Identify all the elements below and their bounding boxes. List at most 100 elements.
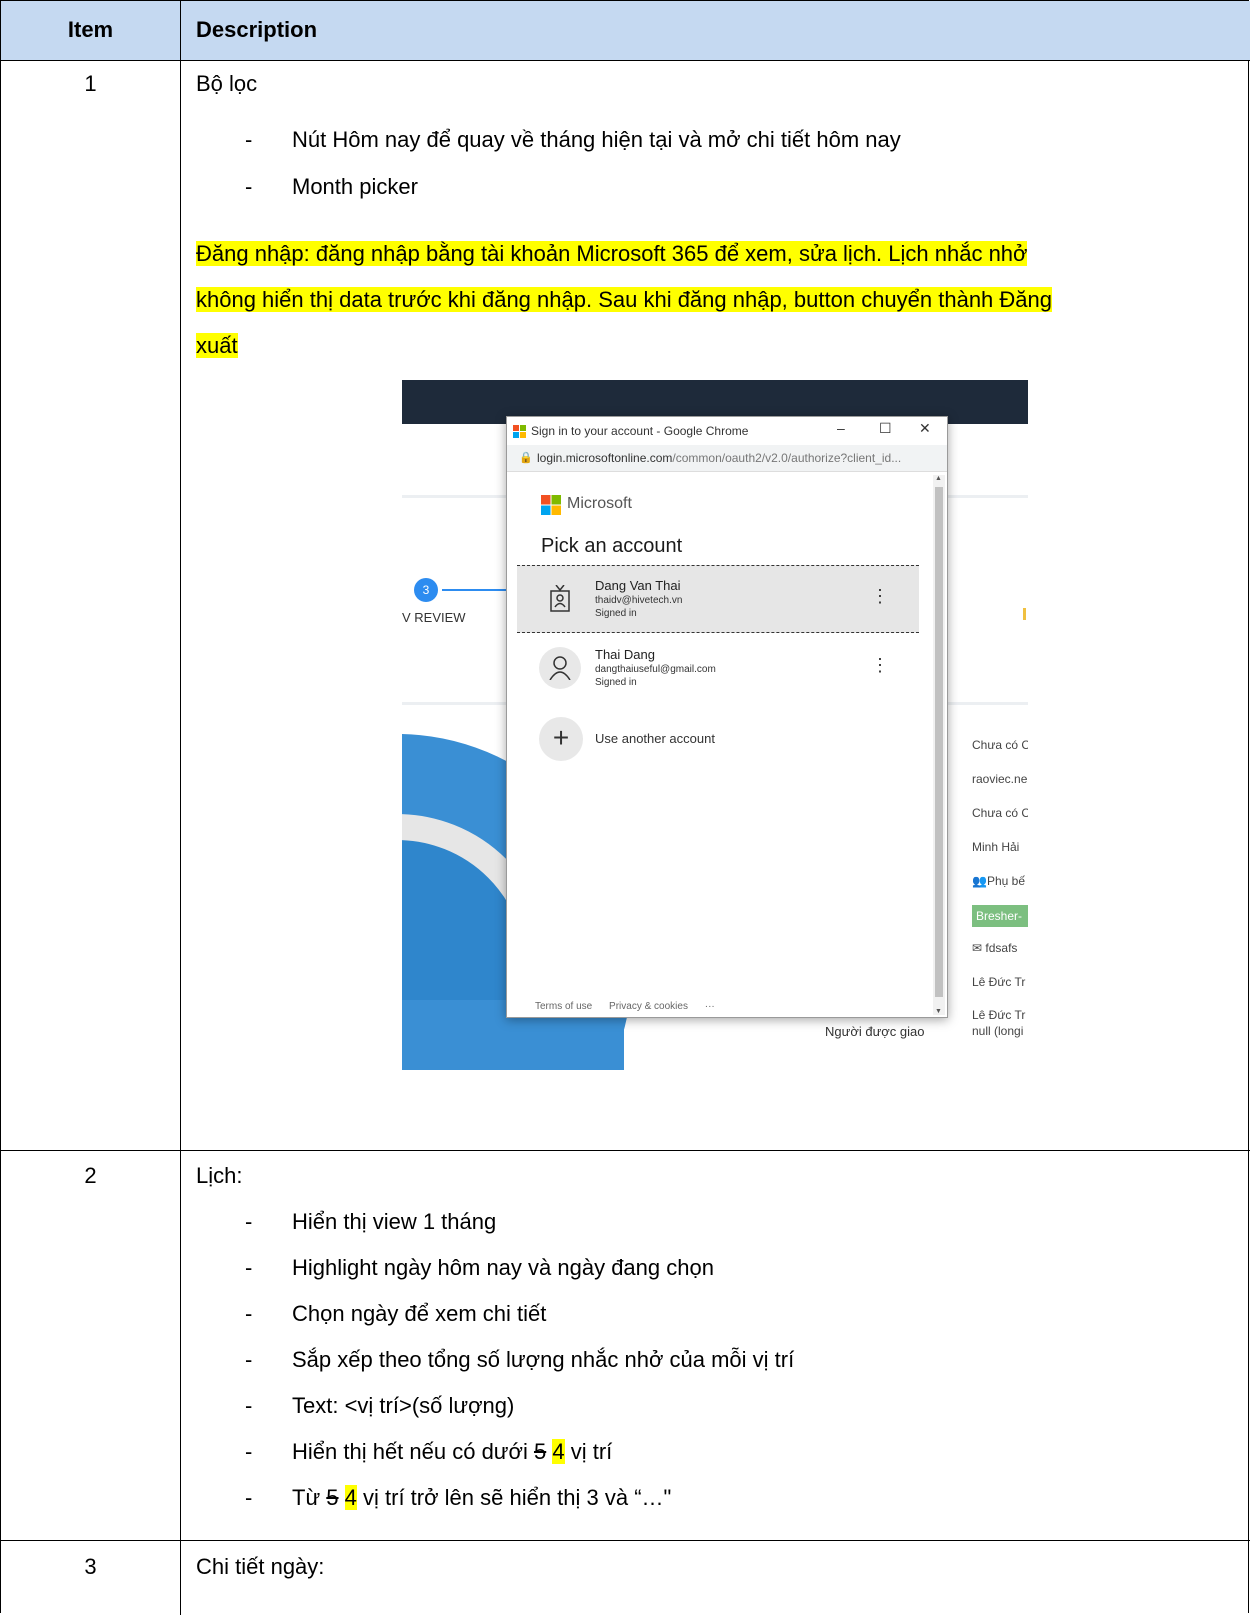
account-name: Dang Van Thai [595, 578, 681, 593]
list-item-text: Phụ bế [986, 874, 1025, 888]
step-line [442, 589, 512, 591]
bullet-text: vị trí [564, 1439, 613, 1464]
bullet-item: Nút Hôm nay để quay về tháng hiện tại và… [292, 127, 901, 152]
step-indicator: 3 [414, 578, 438, 602]
bullet-text: Từ [292, 1485, 327, 1510]
account-status: Signed in [595, 608, 637, 619]
account-status: Signed in [595, 677, 637, 688]
privacy-link[interactable]: Privacy & cookies [609, 1001, 688, 1012]
row-title: Lịch: [196, 1163, 243, 1188]
highlight-line: xuất [196, 333, 238, 359]
assignee-value: null (longi [972, 1024, 1024, 1038]
window-titlebar: Sign in to your account - Google Chrome … [507, 417, 947, 445]
bullet-dash: - [245, 1439, 253, 1464]
status-badge: Bresher- [972, 905, 1028, 927]
scroll-down-icon[interactable]: ▼ [935, 1008, 942, 1015]
bullet-item: Hiển thị hết nếu có dưới 5 4 vị trí [292, 1439, 612, 1465]
page-heading: Pick an account [541, 535, 683, 557]
column-divider [180, 1541, 181, 1615]
address-bar[interactable]: 🔒 login.microsoftonline.com/common/oauth… [507, 445, 947, 472]
header-item: Item [67, 17, 114, 42]
bullet-item: Highlight ngày hôm nay và ngày đang chọn [292, 1255, 714, 1280]
brand-name: Microsoft [567, 495, 632, 512]
step-marker [1023, 608, 1026, 620]
bullet-text: vị trí trở lên sẽ hiển thị 3 và “…" [356, 1485, 672, 1510]
bullet-dash: - [245, 1485, 253, 1510]
highlighted-number: 4 [552, 1439, 565, 1464]
account-item[interactable]: Dang Van Thai thaidv@hivetech.vn Signed … [517, 565, 919, 633]
highlight-line: Đăng nhập: đăng nhập bằng tài khoản Micr… [196, 241, 1028, 267]
more-footer-icon[interactable]: ··· [705, 1001, 715, 1012]
column-divider [180, 1151, 181, 1541]
person-icon [539, 647, 581, 689]
row-number: 1 [84, 71, 97, 96]
minimize-icon[interactable]: – [837, 420, 845, 436]
bullet-item: Từ 5 4 vị trí trở lên sẽ hiển thị 3 và “… [292, 1485, 671, 1511]
assignee-label: Người được giao [825, 1024, 925, 1039]
account-name: Thai Dang [595, 647, 655, 662]
signin-popup-window: Sign in to your account - Google Chrome … [506, 416, 948, 1018]
list-item: 👥Phụ bế [972, 874, 1025, 888]
step-label: V REVIEW [402, 610, 466, 625]
bullet-item: Sắp xếp theo tổng số lượng nhắc nhở của … [292, 1347, 795, 1372]
more-options-icon[interactable]: ⋮ [871, 586, 889, 607]
bullet-dash: - [245, 1347, 253, 1372]
row-number: 2 [84, 1163, 97, 1188]
microsoft-logo-icon [513, 425, 526, 438]
highlight-line: không hiển thị data trước khi đăng nhập.… [196, 287, 1053, 313]
account-email: dangthaiuseful@gmail.com [595, 664, 716, 675]
struck-number: 5 [326, 1485, 339, 1510]
account-email: thaidv@hivetech.vn [595, 595, 683, 606]
table-row-2: 2 Lịch: - Hiển thị view 1 tháng - Highli… [1, 1151, 1250, 1541]
scrollbar[interactable]: ▲ ▼ [933, 475, 945, 1015]
terms-link[interactable]: Terms of use [535, 1001, 592, 1012]
microsoft-logo-icon [541, 495, 561, 515]
bullet-item: Text: <vị trí>(số lượng) [292, 1393, 515, 1418]
url-path: /common/oauth2/v2.0/authorize?client_id.… [672, 451, 902, 465]
bullet-dash: - [245, 1255, 253, 1280]
bullet-dash: - [245, 1209, 253, 1234]
struck-number: 5 [533, 1439, 547, 1464]
highlight-text: không hiển thị data trước khi đăng nhập.… [196, 287, 1053, 312]
plus-icon[interactable]: + [539, 717, 583, 761]
window-title: Sign in to your account - Google Chrome [531, 424, 749, 438]
lock-icon: 🔒 [519, 452, 533, 464]
user-avatar-icon [549, 656, 571, 681]
header-description: Description [196, 17, 318, 42]
url-text: login.microsoftonline.com/common/oauth2/… [537, 451, 901, 465]
bullet-text: Hiển thị hết nếu có dưới [292, 1439, 534, 1464]
bullet-dash: - [245, 174, 253, 199]
row-title: Bộ lọc [196, 71, 258, 96]
highlight-text: Đăng nhập: đăng nhập bằng tài khoản Micr… [196, 241, 1028, 266]
highlighted-number: 4 [344, 1485, 357, 1510]
use-another-account-link[interactable]: Use another account [595, 731, 715, 746]
column-divider [180, 61, 181, 1151]
scroll-up-icon[interactable]: ▲ [935, 475, 942, 482]
list-item: raoviec.ne [972, 772, 1028, 786]
maximize-icon[interactable]: ☐ [879, 420, 892, 437]
list-item-text: fdsafs [985, 941, 1018, 955]
more-options-icon[interactable]: ⋮ [871, 655, 889, 676]
list-item: Lê Đức Tr [972, 975, 1026, 989]
table-row-3: 3 Chi tiết ngày: [1, 1541, 1250, 1615]
row-number: 3 [84, 1554, 97, 1579]
account-item[interactable]: Thai Dang dangthaiuseful@gmail.com Signe… [517, 635, 919, 701]
list-item: Lê Đức Tr [972, 1008, 1026, 1022]
scrollbar-thumb[interactable] [935, 487, 943, 997]
id-badge-icon [550, 584, 570, 612]
badge-icon [539, 578, 581, 620]
close-icon[interactable]: ✕ [919, 420, 931, 437]
row-title: Chi tiết ngày: [196, 1554, 325, 1579]
highlight-text: xuất [196, 333, 238, 358]
bullet-dash: - [245, 1393, 253, 1418]
mail-icon: ✉ [972, 941, 986, 955]
popup-footer: Terms of use Privacy & cookies ··· [535, 1001, 729, 1012]
column-divider [180, 1, 181, 61]
list-item: ✉ fdsafs [972, 941, 1017, 955]
bullet-item: Hiển thị view 1 tháng [292, 1209, 497, 1234]
users-icon: 👥 [972, 874, 987, 888]
bullet-dash: - [245, 1301, 253, 1326]
list-item: Chưa có C [972, 738, 1028, 752]
embedded-screenshot: 3 V REVIEW Chưa có C raoviec.ne Chưa có … [402, 380, 1028, 1070]
url-host: login.microsoftonline.com [537, 451, 673, 465]
